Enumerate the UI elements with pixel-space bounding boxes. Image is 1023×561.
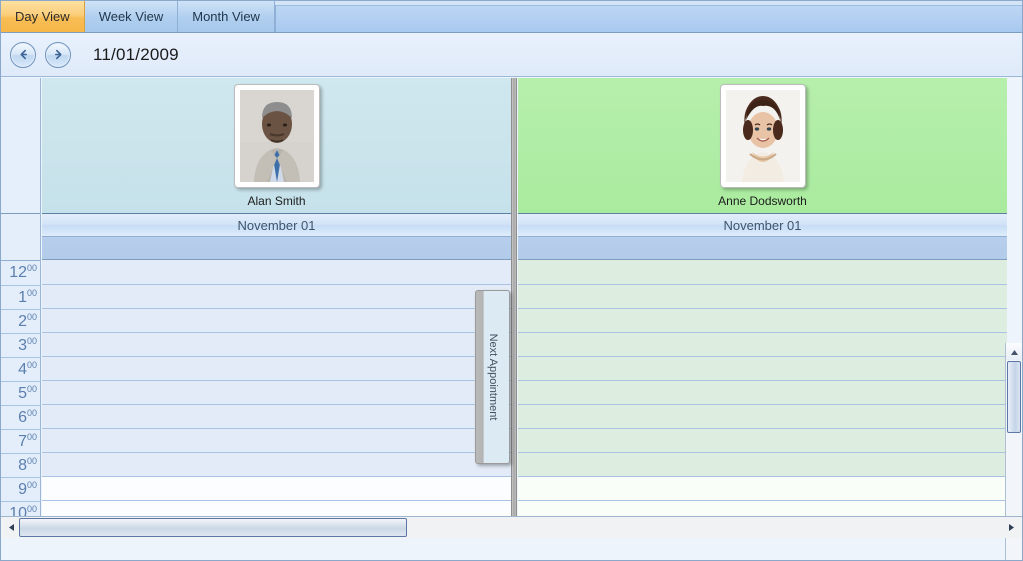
time-slot-7[interactable] [42, 428, 511, 452]
horizontal-scrollbar[interactable] [1, 516, 1022, 538]
time-hour: 3 [18, 337, 27, 354]
vertical-scroll-thumb[interactable] [1007, 361, 1021, 433]
time-slot-12[interactable] [42, 260, 511, 284]
resource-header-anne-dodsworth[interactable]: Anne Dodsworth [518, 78, 1007, 214]
time-slot-6[interactable] [42, 404, 511, 428]
time-minutes: 00 [26, 504, 37, 514]
next-day-button[interactable] [45, 41, 71, 68]
time-label-9: 900 [1, 477, 40, 501]
time-slot-4[interactable] [42, 356, 511, 380]
time-ruler-allday-corner [1, 214, 40, 261]
tab-week-view[interactable]: Week View [84, 1, 179, 32]
tab-bar-filler [274, 5, 1022, 32]
tab-week-view-label: Week View [98, 9, 164, 24]
arrow-right-icon [52, 48, 65, 61]
time-hour: 9 [18, 481, 27, 498]
time-slot-8[interactable] [518, 452, 1007, 476]
tab-month-view-label: Month View [192, 9, 260, 24]
time-minutes: 00 [26, 432, 37, 442]
time-label-5: 500 [1, 381, 40, 405]
time-slot-3[interactable] [518, 332, 1007, 356]
avatar-alan-smith [233, 83, 320, 188]
time-label-7: 700 [1, 429, 40, 453]
scroll-left-button[interactable] [1, 518, 21, 538]
time-hour: 2 [18, 313, 27, 330]
time-hour: 4 [18, 361, 27, 378]
time-slot-5[interactable] [518, 380, 1007, 404]
time-label-2: 200 [1, 309, 40, 333]
tab-day-view-label: Day View [15, 9, 70, 24]
time-minutes: 00 [26, 384, 37, 394]
time-hour: 1 [18, 289, 27, 306]
arrow-left-icon [17, 48, 30, 61]
time-grid-alan-smith[interactable] [42, 260, 511, 536]
time-ruler: 120010020030040050060070080090010001100 [1, 261, 40, 537]
scroll-up-button[interactable] [1006, 343, 1022, 360]
time-hour: 7 [18, 433, 27, 450]
date-header-anne-dodsworth: November 01 [518, 214, 1007, 237]
caret-up-icon [1010, 343, 1019, 361]
resource-column-alan-smith: Alan Smith November 01 [42, 78, 511, 538]
date-navigation-bar: 11/01/2009 [1, 33, 1022, 77]
caret-right-icon [1008, 519, 1015, 537]
caret-left-icon [8, 519, 15, 537]
time-label-3: 300 [1, 333, 40, 357]
time-slot-12[interactable] [518, 260, 1007, 284]
all-day-area-alan-smith[interactable] [42, 237, 511, 260]
current-date-label: 11/01/2009 [93, 44, 179, 64]
time-hour: 5 [18, 385, 27, 402]
time-slot-7[interactable] [518, 428, 1007, 452]
next-appointment-label: Next Appointment [486, 333, 499, 421]
time-minutes: 00 [26, 263, 37, 273]
time-minutes: 00 [26, 312, 37, 322]
time-label-12: 1200 [1, 261, 40, 285]
time-slot-3[interactable] [42, 332, 511, 356]
resource-name-alan-smith: Alan Smith [247, 193, 306, 208]
time-minutes: 00 [26, 480, 37, 490]
time-grid-anne-dodsworth[interactable] [518, 260, 1007, 536]
time-minutes: 00 [26, 288, 37, 298]
time-slot-2[interactable] [42, 308, 511, 332]
time-minutes: 00 [26, 336, 37, 346]
scheduler-window: Day View Week View Month View 11/01/2009… [0, 0, 1023, 561]
time-ruler-column: 120010020030040050060070080090010001100 [1, 78, 41, 538]
previous-day-button[interactable] [10, 41, 36, 68]
resource-name-anne-dodsworth: Anne Dodsworth [718, 193, 807, 208]
time-slot-8[interactable] [42, 452, 511, 476]
time-slot-9[interactable] [518, 476, 1007, 500]
time-slot-2[interactable] [518, 308, 1007, 332]
time-label-8: 800 [1, 453, 40, 477]
date-header-alan-smith: November 01 [42, 214, 511, 237]
view-tab-bar: Day View Week View Month View [1, 1, 1022, 33]
time-slot-5[interactable] [42, 380, 511, 404]
avatar-anne-dodsworth [719, 83, 806, 188]
time-label-4: 400 [1, 357, 40, 381]
time-slot-9[interactable] [42, 476, 511, 500]
resource-header-alan-smith[interactable]: Alan Smith [42, 78, 511, 214]
time-hour: 6 [18, 409, 27, 426]
tab-month-view[interactable]: Month View [178, 1, 275, 32]
time-minutes: 00 [26, 408, 37, 418]
resource-column-anne-dodsworth: Anne Dodsworth November 01 [518, 78, 1007, 538]
time-slot-4[interactable] [518, 356, 1007, 380]
column-splitter[interactable] [511, 78, 517, 538]
horizontal-scroll-thumb[interactable] [19, 518, 407, 537]
time-ruler-corner [1, 78, 40, 214]
time-minutes: 00 [26, 456, 37, 466]
time-hour: 12 [9, 264, 27, 281]
tab-day-view[interactable]: Day View [1, 1, 85, 32]
time-label-1: 100 [1, 285, 40, 309]
time-slot-1[interactable] [518, 284, 1007, 308]
scroll-right-button[interactable] [1001, 518, 1021, 538]
time-slot-6[interactable] [518, 404, 1007, 428]
time-label-6: 600 [1, 405, 40, 429]
time-hour: 8 [18, 457, 27, 474]
scheduler-view: 120010020030040050060070080090010001100 [1, 78, 1022, 560]
next-appointment-button[interactable]: Next Appointment [475, 290, 510, 464]
resource-columns: Alan Smith November 01 Anne Dodsworth No… [42, 78, 1022, 538]
time-minutes: 00 [26, 360, 37, 370]
all-day-area-anne-dodsworth[interactable] [518, 237, 1007, 260]
time-slot-1[interactable] [42, 284, 511, 308]
